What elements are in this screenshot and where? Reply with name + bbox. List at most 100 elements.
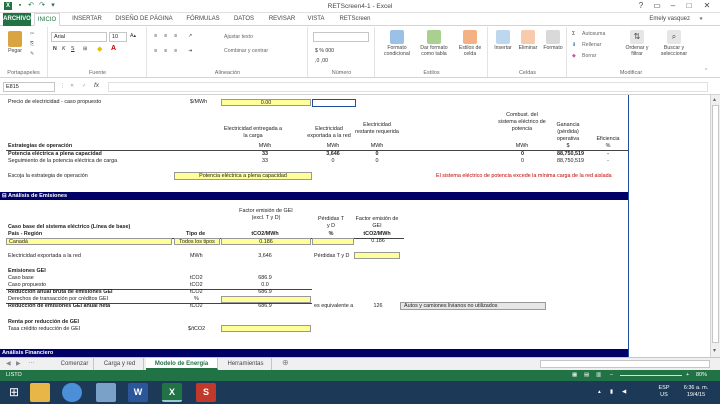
align-middle-icon[interactable]: ≡ <box>164 33 167 39</box>
currency-icon[interactable]: $ % 000 <box>315 48 334 54</box>
user-name[interactable]: Emely vasquez <box>640 13 690 26</box>
cell-styles-button[interactable]: Estilos de celda <box>454 30 486 57</box>
word-icon[interactable]: W <box>128 383 148 402</box>
font-name-select[interactable]: Arial <box>51 32 107 42</box>
excel-taskbar-icon[interactable]: X <box>162 383 182 402</box>
align-bottom-icon[interactable]: ≡ <box>174 33 177 39</box>
format-painter-icon[interactable]: ✎ <box>30 51 34 57</box>
precio-input[interactable]: 0.00 <box>221 99 311 106</box>
cut-icon[interactable]: ✂ <box>30 31 34 37</box>
clear-button[interactable]: Borrar <box>582 53 596 59</box>
font-size-select[interactable]: 10 <box>109 32 127 42</box>
sort-filter-button[interactable]: ⇅ Ordenar y filtrar <box>620 30 654 57</box>
paste-button[interactable]: Pegar <box>4 31 26 54</box>
selected-cell[interactable] <box>312 99 356 107</box>
confirm-formula-icon[interactable]: ✓ <box>82 83 86 89</box>
grow-font-icon[interactable]: A▴ <box>130 33 136 39</box>
scroll-down-icon[interactable]: ▾ <box>713 347 716 354</box>
merge-center-button[interactable]: Combinar y centrar <box>224 48 268 54</box>
more-sheets-icon[interactable]: … <box>28 358 35 365</box>
autosum-button[interactable]: Autosuma <box>582 31 605 37</box>
volume-icon[interactable]: ◀ <box>622 389 626 396</box>
orientation-icon[interactable]: ↗ <box>188 33 192 39</box>
tab-formulas[interactable]: FÓRMULAS <box>181 13 225 26</box>
help-icon[interactable]: ? <box>634 0 648 12</box>
file-explorer-icon[interactable] <box>30 383 50 402</box>
maximize-icon[interactable]: □ <box>682 0 696 12</box>
sheet-tab-herramientas[interactable]: Herramientas <box>220 358 272 370</box>
vertical-scrollbar[interactable]: ▴ ▾ <box>710 95 720 357</box>
name-box[interactable]: E815 <box>3 82 55 92</box>
clock[interactable]: 6:36 a. m. 19/4/15 <box>676 385 716 399</box>
sheet-tab-modelo[interactable]: Modelo de Energía <box>146 358 218 370</box>
align-center-icon[interactable]: ≡ <box>164 48 167 54</box>
insert-button[interactable]: Insertar <box>491 30 515 51</box>
cancel-formula-icon[interactable]: ✕ <box>70 83 74 89</box>
tab-revisar[interactable]: REVISAR <box>264 13 300 26</box>
copy-icon[interactable]: ⎘ <box>30 41 34 48</box>
underline-icon[interactable]: S <box>71 46 74 52</box>
type-select[interactable]: Todos los tipos <box>174 238 220 245</box>
tasa-input[interactable] <box>221 325 311 332</box>
zoom-slider[interactable] <box>620 375 682 376</box>
horizontal-scrollbar[interactable] <box>540 360 710 368</box>
find-select-button[interactable]: ⌕ Buscar y seleccionar <box>656 30 692 57</box>
retscreen-icon[interactable]: S <box>196 383 216 402</box>
tab-diseno[interactable]: DISEÑO DE PÁGINA <box>112 13 176 26</box>
number-format-select[interactable] <box>313 32 369 42</box>
bold-icon[interactable]: N <box>53 46 57 52</box>
next-sheet-icon[interactable]: ▶ <box>16 360 21 367</box>
fill-button[interactable]: Rellenar <box>582 42 601 48</box>
wrap-text-button[interactable]: Ajustar texto <box>224 34 253 40</box>
borders-icon[interactable]: ⊞ <box>83 46 87 52</box>
fill-color-icon[interactable]: ◆ <box>97 45 102 53</box>
italic-icon[interactable]: K <box>62 46 65 52</box>
tab-vista[interactable]: VISTA <box>303 13 329 26</box>
tab-insertar[interactable]: INSERTAR <box>68 13 106 26</box>
insert-function-icon[interactable]: fx <box>94 82 99 89</box>
clear-icon[interactable]: ◆ <box>572 53 576 59</box>
perdidas-input[interactable] <box>312 238 354 245</box>
close-icon[interactable]: ✕ <box>700 0 714 12</box>
sheet-tab-comenzar[interactable]: Comenzar <box>56 358 94 370</box>
collapse-ribbon-icon[interactable]: ⌃ <box>704 68 708 74</box>
tab-inicio[interactable]: INICIO <box>34 13 60 26</box>
page-layout-icon[interactable]: ▤ <box>584 370 589 381</box>
autosum-icon[interactable]: Σ <box>572 31 575 37</box>
tray-expand-icon[interactable]: ▴ <box>598 389 601 396</box>
network-icon[interactable]: ▮ <box>610 389 613 396</box>
decimal-icon[interactable]: ,0 ,00 <box>315 58 328 64</box>
worksheet[interactable]: Precio de electricidad - caso propuesto … <box>0 95 710 357</box>
chrome-icon[interactable] <box>62 383 82 402</box>
tab-archivo[interactable]: ARCHIVO <box>3 13 31 26</box>
user-avatar-icon[interactable]: ● <box>694 13 708 26</box>
align-left-icon[interactable]: ≡ <box>154 48 157 54</box>
zoom-level[interactable]: 80% <box>696 370 707 381</box>
minimize-icon[interactable]: – <box>666 0 680 12</box>
conditional-format-button[interactable]: Formato condicional <box>380 30 414 57</box>
scroll-thumb[interactable] <box>712 105 719 343</box>
app-icon[interactable] <box>96 383 116 402</box>
tab-datos[interactable]: DATOS <box>229 13 259 26</box>
prev-sheet-icon[interactable]: ◀ <box>6 360 11 367</box>
derechos-input[interactable] <box>221 296 311 303</box>
font-color-icon[interactable]: A <box>111 45 116 52</box>
start-icon[interactable]: ⊞ <box>4 383 24 402</box>
format-as-table-button[interactable]: Dar formato como tabla <box>416 30 452 57</box>
ribbon-display-icon[interactable]: ▭ <box>650 0 664 12</box>
scroll-up-icon[interactable]: ▴ <box>713 96 716 103</box>
format-button[interactable]: Formato <box>541 30 565 51</box>
factor-input[interactable]: 0.186 <box>221 238 311 245</box>
zoom-out-icon[interactable]: – <box>610 370 613 381</box>
country-select[interactable]: Canadá <box>6 238 172 245</box>
normal-view-icon[interactable]: ▦ <box>572 370 577 381</box>
delete-button[interactable]: Eliminar <box>516 30 540 51</box>
perdidas-td-input[interactable] <box>354 252 400 259</box>
align-top-icon[interactable]: ≡ <box>154 33 157 39</box>
align-right-icon[interactable]: ≡ <box>174 48 177 54</box>
fill-down-icon[interactable]: ⬇ <box>572 42 576 48</box>
formula-menu-icon[interactable]: ⋮ <box>60 83 65 89</box>
indent-icon[interactable]: ⇥ <box>188 48 192 54</box>
page-break-icon[interactable]: ▥ <box>596 370 601 381</box>
equivalence-select[interactable]: Autos y camiones livianos no utilizados <box>400 302 546 310</box>
